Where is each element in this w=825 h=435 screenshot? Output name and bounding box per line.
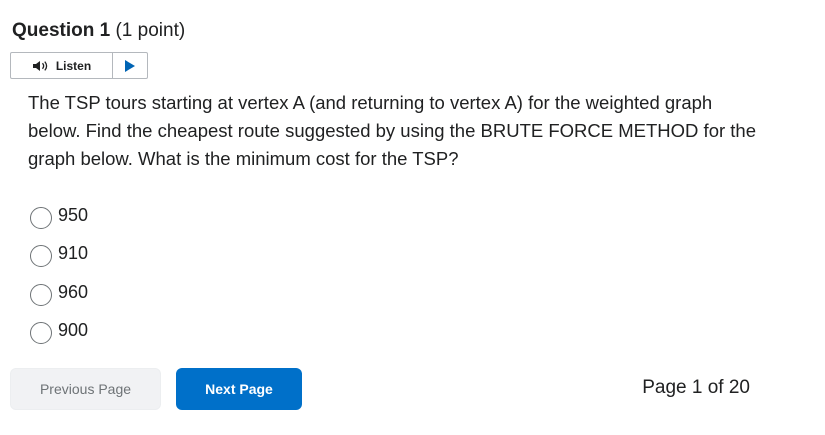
question-text: The TSP tours starting at vertex A (and … <box>28 92 757 169</box>
play-button[interactable] <box>113 53 147 78</box>
radio-button[interactable] <box>30 206 52 229</box>
question-header: Question 1 (1 point) <box>12 19 185 43</box>
listen-button[interactable]: Listen <box>11 53 113 78</box>
play-icon <box>125 59 135 72</box>
answer-option[interactable]: 960 <box>30 273 88 312</box>
radio-button[interactable] <box>30 245 52 268</box>
answer-option-label: 960 <box>58 281 89 302</box>
answer-option-label: 910 <box>58 243 89 264</box>
answer-options: 950 910 960 900 <box>30 196 88 350</box>
listen-toolbar: Listen <box>10 52 148 79</box>
page-indicator: Page 1 of 20 <box>642 377 750 398</box>
quiz-page: Question 1 (1 point) Listen The TSP tour… <box>0 0 825 435</box>
radio-button[interactable] <box>30 283 52 306</box>
question-points: (1 point) <box>115 20 186 41</box>
listen-label: Listen <box>55 58 92 73</box>
answer-option[interactable]: 900 <box>30 312 88 351</box>
next-page-button[interactable]: Next Page <box>176 368 302 410</box>
answer-option[interactable]: 910 <box>30 235 88 274</box>
answer-option-label: 950 <box>58 204 89 225</box>
question-title: Question 1 <box>12 20 111 41</box>
radio-button[interactable] <box>30 322 52 345</box>
previous-page-button[interactable]: Previous Page <box>10 368 161 410</box>
answer-option[interactable]: 950 <box>30 196 88 235</box>
speaker-icon <box>32 60 51 72</box>
answer-option-label: 900 <box>58 320 89 341</box>
